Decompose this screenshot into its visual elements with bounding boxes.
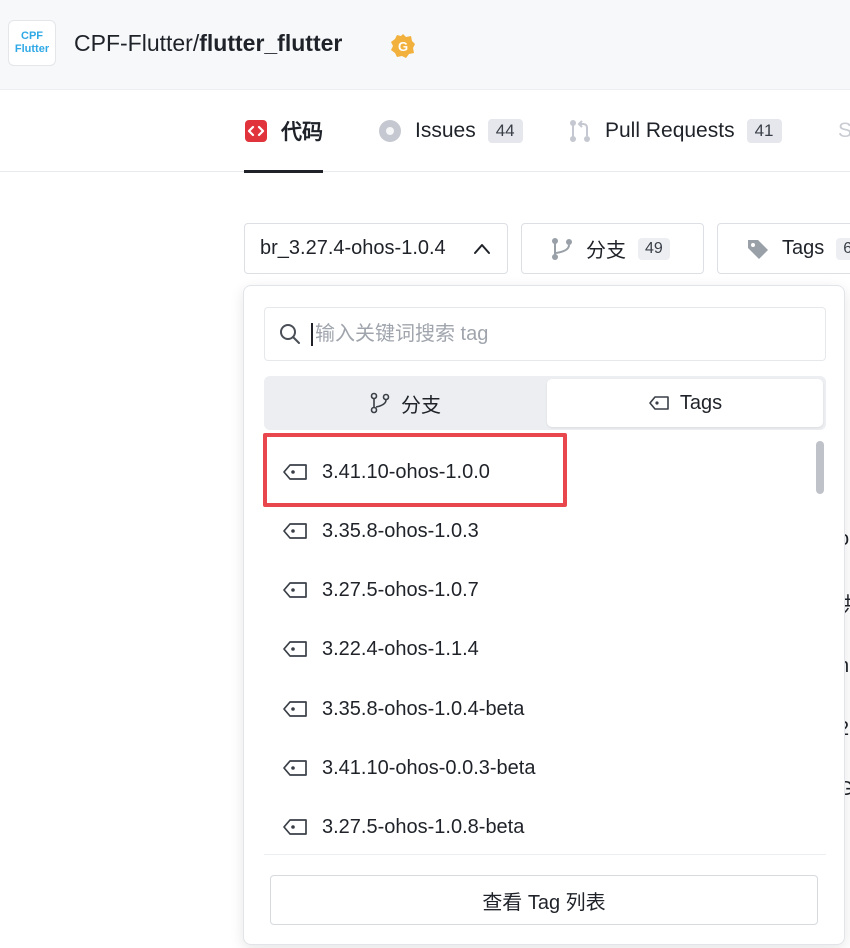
chevron-up-icon (474, 244, 490, 254)
tag-search-input[interactable] (311, 322, 791, 346)
tab-pull-requests-label: Pull Requests (605, 119, 735, 142)
tab-code[interactable]: 代码 (244, 90, 323, 173)
repo-name[interactable]: flutter_flutter (199, 30, 342, 56)
svg-text:G: G (398, 39, 408, 54)
issues-count-badge: 44 (487, 119, 523, 143)
tag-list: 3.41.10-ohos-1.0.0 3.35.8-ohos-1.0.3 3.2… (264, 436, 826, 854)
segment-tags[interactable]: Tags (547, 379, 823, 427)
tag-name: 3.41.10-ohos-1.0.0 (322, 460, 490, 483)
segment-branches-label: 分支 (401, 394, 441, 417)
issue-circle-icon (379, 120, 401, 142)
tag-icon (283, 701, 307, 717)
branches-count-badge: 49 (638, 237, 670, 260)
tag-icon (649, 396, 669, 410)
current-ref-label: br_3.27.4-ohos-1.0.4 (260, 237, 446, 259)
branches-button[interactable]: 分支 49 (521, 223, 704, 274)
tag-name: 3.22.4-ohos-1.1.4 (322, 637, 479, 660)
logo-text-line1: CPF (21, 30, 43, 42)
ref-type-switch: 分支 Tags (264, 376, 826, 430)
pull-requests-count-badge: 41 (746, 119, 782, 143)
g-badge-icon: G (391, 34, 415, 58)
ref-selector[interactable]: br_3.27.4-ohos-1.0.4 (244, 223, 508, 274)
org-logo[interactable]: CPF Flutter (8, 20, 56, 66)
tag-list-item[interactable]: 3.41.10-ohos-0.0.3-beta (264, 740, 804, 796)
repo-owner[interactable]: CPF-Flutter/ (74, 30, 199, 56)
tab-pull-requests[interactable]: Pull Requests 41 (568, 90, 782, 172)
pull-request-icon (570, 120, 590, 142)
segment-tags-label: Tags (679, 391, 723, 414)
tag-icon (283, 464, 307, 480)
tags-button-label: Tags (782, 237, 825, 259)
tag-list-item[interactable]: 3.35.8-ohos-1.0.3 (264, 503, 804, 559)
tag-icon (283, 523, 307, 539)
tag-name: 3.35.8-ohos-1.0.3 (322, 519, 479, 542)
tab-overflow[interactable]: S (838, 90, 850, 172)
repo-header: CPF Flutter CPF-Flutter/flutter_flutter … (0, 0, 850, 90)
tags-count-badge: 6 (836, 237, 850, 260)
tag-list-item[interactable]: 3.27.5-ohos-1.0.7 (264, 562, 804, 618)
tag-name: 3.27.5-ohos-1.0.8-beta (322, 815, 525, 838)
tag-list-item[interactable]: 3.41.10-ohos-1.0.0 (264, 444, 804, 500)
repo-title[interactable]: CPF-Flutter/flutter_flutter (74, 30, 342, 57)
tag-icon (283, 760, 307, 776)
branches-button-label: 分支 (586, 240, 626, 262)
search-icon (280, 324, 300, 344)
segment-branches[interactable]: 分支 (267, 379, 543, 427)
tag-name: 3.27.5-ohos-1.0.7 (322, 578, 479, 601)
tag-search-box[interactable] (264, 307, 826, 361)
repo-tabs: 代码 Issues 44 Pull Requests 41 S (0, 90, 850, 173)
list-divider (264, 854, 826, 855)
branch-icon (552, 237, 572, 260)
tag-icon (283, 582, 307, 598)
tag-list-item[interactable]: 3.35.8-ohos-1.0.4-beta (264, 681, 804, 737)
tag-list-scrollbar[interactable] (816, 441, 824, 494)
tab-issues-label: Issues (415, 119, 476, 142)
tag-icon (283, 641, 307, 657)
logo-text-line2: Flutter (14, 43, 50, 55)
tab-issues[interactable]: Issues 44 (378, 90, 523, 172)
code-icon (245, 120, 267, 142)
tag-list-item[interactable]: 3.22.4-ohos-1.1.4 (264, 621, 804, 677)
tag-icon (283, 819, 307, 835)
tag-list-item[interactable]: 3.27.5-ohos-1.0.8-beta (264, 799, 804, 854)
tag-name: 3.41.10-ohos-0.0.3-beta (322, 756, 536, 779)
tag-filled-icon (748, 239, 768, 259)
tag-name: 3.35.8-ohos-1.0.4-beta (322, 697, 525, 720)
tags-button[interactable]: Tags 6 (717, 223, 850, 274)
ref-dropdown: 分支 Tags 3.41.10-ohos-1.0.0 3.35.8-ohos-1… (243, 285, 845, 945)
view-tag-list-button[interactable]: 查看 Tag 列表 (270, 875, 818, 925)
tab-code-label: 代码 (281, 121, 323, 144)
branch-icon (370, 392, 390, 414)
